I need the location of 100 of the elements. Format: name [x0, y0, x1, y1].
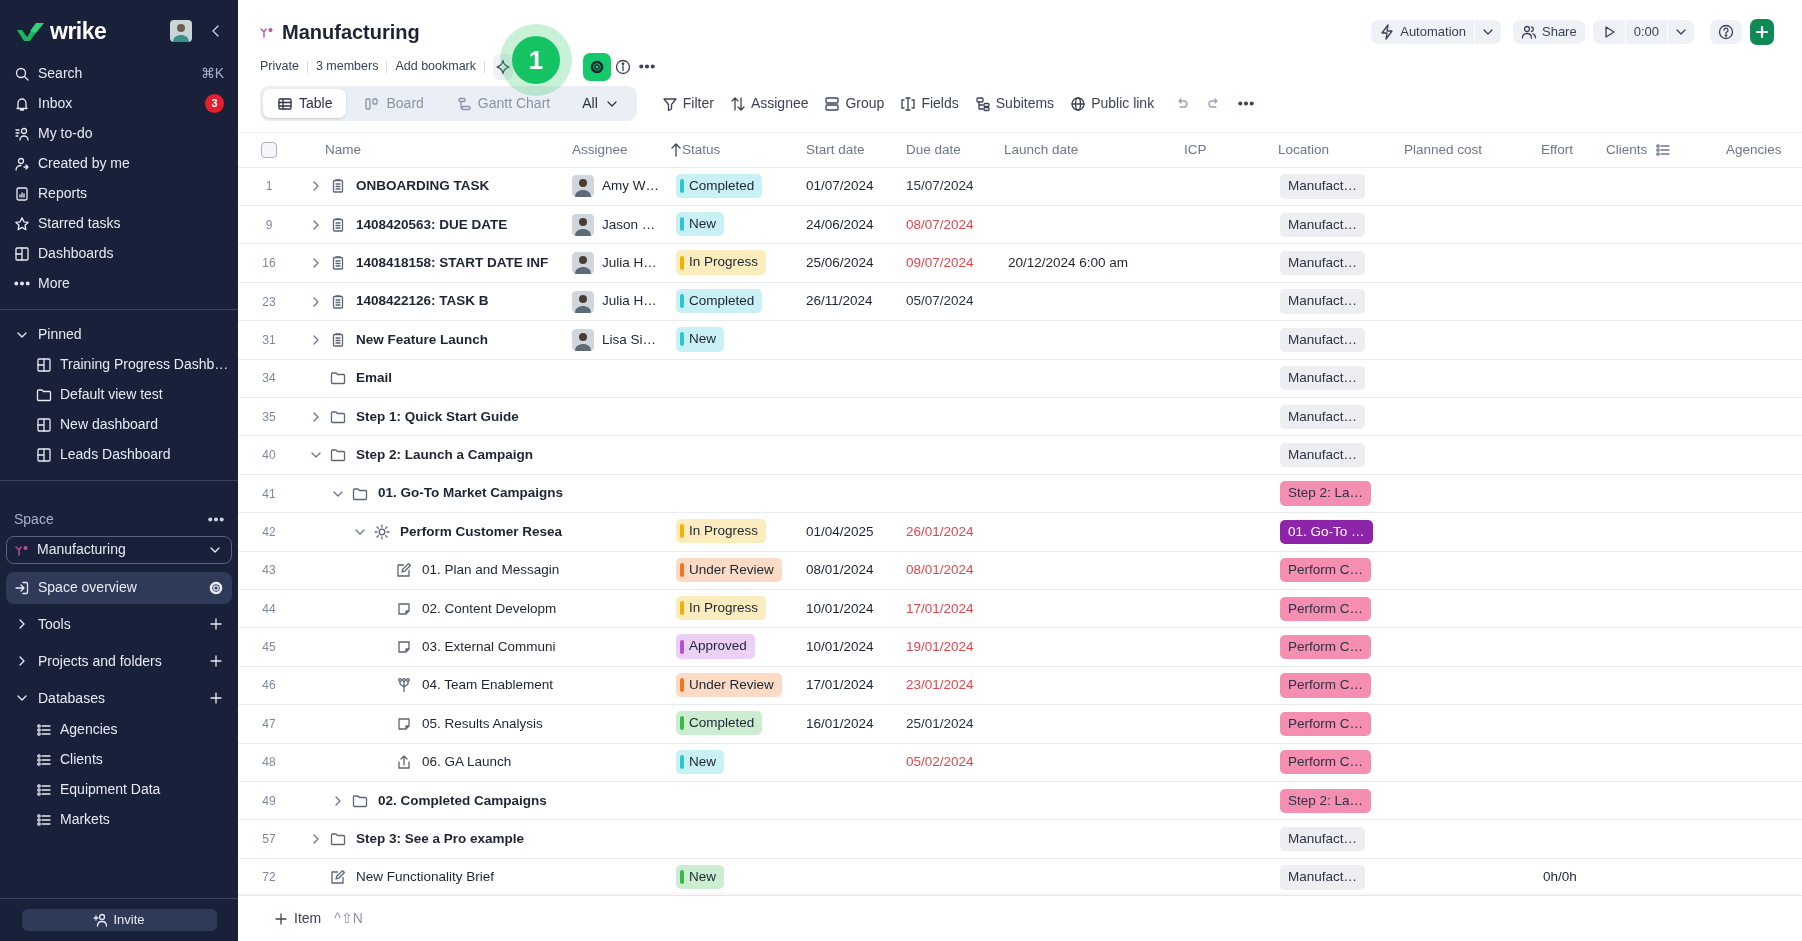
column-header[interactable]: Agencies [1726, 139, 1782, 160]
status-tag[interactable]: In Progress [676, 519, 767, 544]
nav-item[interactable]: Created by me [6, 148, 232, 179]
task-name[interactable]: ONBOARDING TASK [356, 176, 490, 197]
add-item-button[interactable]: Item [268, 908, 327, 929]
location-tag[interactable]: Perform C… [1280, 750, 1371, 775]
nav-item[interactable]: Inbox 3 [6, 88, 232, 119]
help-button[interactable] [1710, 19, 1742, 44]
status-tag[interactable]: Completed [676, 173, 763, 198]
nav-item[interactable]: Reports [6, 178, 232, 209]
view-tab[interactable]: Table [263, 89, 347, 119]
task-name[interactable]: 02. Content Developm [422, 598, 557, 619]
status-tag[interactable]: Completed [676, 711, 763, 736]
status-tag[interactable]: In Progress [676, 596, 767, 621]
task-name[interactable]: Step 1: Quick Start Guide [356, 406, 519, 427]
task-name[interactable]: Email [356, 368, 393, 389]
status-tag[interactable]: Approved [676, 634, 755, 659]
task-name[interactable]: New Feature Launch [356, 329, 489, 351]
column-header[interactable]: ICP [1184, 139, 1207, 160]
status-tag[interactable]: New [676, 864, 724, 889]
section-header[interactable]: Pinned [6, 319, 232, 350]
task-name[interactable]: 01. Go-To Market Campaigns [378, 483, 564, 504]
dropdown-button[interactable] [1475, 19, 1501, 44]
nav-item[interactable]: Dashboards [6, 238, 232, 269]
play-button[interactable] [1592, 19, 1625, 44]
nav-item[interactable]: Space overview [6, 571, 232, 604]
nav-item[interactable]: More [6, 268, 232, 299]
location-tag[interactable]: Manufact… [1280, 865, 1366, 890]
status-tag[interactable]: Completed [676, 288, 763, 314]
task-name[interactable]: 1408420563: DUE DATE [356, 214, 508, 235]
pinned-item[interactable]: New dashboard [6, 409, 232, 440]
location-tag[interactable]: Manufact… [1280, 826, 1366, 852]
location-tag[interactable]: Manufact… [1280, 251, 1366, 276]
column-header[interactable]: Due date [906, 139, 961, 160]
invite-button[interactable]: Invite [21, 909, 217, 931]
location-tag[interactable]: 01. Go-To … [1280, 519, 1373, 545]
column-header[interactable]: Location [1278, 139, 1330, 160]
database-item[interactable]: Markets [6, 804, 232, 835]
section-header[interactable]: Databases [6, 681, 232, 715]
location-tag[interactable]: Perform C… [1280, 634, 1371, 660]
task-name[interactable]: Perform Customer Resea [400, 521, 563, 543]
task-name[interactable]: 01. Plan and Messagin [422, 560, 560, 581]
location-tag[interactable]: Manufact… [1280, 174, 1366, 199]
task-name[interactable]: 02. Completed Campaigns [378, 790, 547, 811]
view-dropdown[interactable]: All [568, 89, 634, 119]
bookmark-link[interactable]: Add bookmark [395, 57, 477, 77]
task-name[interactable]: 1408422126: TASK B [356, 291, 489, 312]
task-name[interactable]: 06. GA Launch [422, 752, 512, 773]
column-header[interactable]: Effort [1541, 139, 1574, 160]
column-header[interactable]: Launch date [1004, 139, 1079, 160]
section-header[interactable]: Projects and folders [6, 644, 232, 678]
task-name[interactable]: 05. Results Analysis [422, 713, 543, 734]
status-tag[interactable]: Under Review [676, 557, 782, 582]
toolbar-button[interactable]: Filter [656, 93, 719, 115]
task-name[interactable]: 1408418158: START DATE INF [356, 253, 549, 274]
column-header[interactable]: Start date [806, 139, 865, 160]
nav-item[interactable]: My to-do [6, 118, 232, 149]
add-button[interactable] [1750, 18, 1774, 45]
status-tag[interactable]: In Progress [676, 250, 767, 275]
pinned-item[interactable]: Leads Dashboard [6, 439, 232, 470]
location-tag[interactable]: Manufact… [1280, 366, 1366, 391]
column-header[interactable]: Name [325, 139, 361, 160]
toolbar-button[interactable]: Assignee [724, 93, 814, 115]
location-tag[interactable]: Manufact… [1280, 212, 1366, 237]
task-name[interactable]: Step 2: Launch a Campaign [356, 445, 534, 466]
column-header[interactable]: Clients [1606, 139, 1648, 160]
toolbar-button[interactable]: Group [819, 93, 890, 115]
location-tag[interactable]: Manufact… [1280, 327, 1366, 353]
database-item[interactable]: Equipment Data [6, 774, 232, 805]
share-button[interactable]: Share [1513, 19, 1585, 44]
status-tag[interactable]: Under Review [676, 672, 782, 698]
location-tag[interactable]: Perform C… [1280, 673, 1371, 698]
location-tag[interactable]: Manufact… [1280, 443, 1366, 468]
column-header[interactable]: Status [682, 139, 721, 160]
toolbar-button[interactable]: Subitems [969, 93, 1060, 115]
dropdown-button[interactable] [1668, 19, 1694, 44]
section-header[interactable]: Tools [6, 607, 232, 641]
database-item[interactable]: Clients [6, 744, 232, 775]
status-tag[interactable]: New [676, 749, 724, 774]
avatar-icon[interactable] [170, 20, 192, 43]
task-name[interactable]: 04. Team Enablement [422, 675, 554, 696]
location-tag[interactable]: Manufact… [1280, 289, 1366, 314]
select-all-checkbox[interactable] [261, 141, 277, 158]
location-tag[interactable]: Manufact… [1280, 404, 1366, 429]
status-tag[interactable]: New [676, 212, 724, 237]
location-tag[interactable]: Perform C… [1280, 596, 1371, 621]
toolbar-button[interactable]: Fields [895, 93, 964, 115]
task-name[interactable]: Step 3: See a Pro example [356, 828, 525, 850]
task-name[interactable]: New Functionality Brief [356, 867, 495, 888]
column-header[interactable]: Assignee [572, 139, 628, 160]
pinned-item[interactable]: Default view test [6, 379, 232, 410]
nav-item[interactable]: Starred tasks [6, 208, 232, 239]
location-tag[interactable]: Perform C… [1280, 711, 1371, 736]
column-header[interactable]: Planned cost [1404, 139, 1483, 160]
task-name[interactable]: 03. External Communi [422, 636, 556, 658]
automation-button[interactable]: Automation [1371, 19, 1474, 44]
nav-item[interactable]: Search ⌘K [6, 58, 232, 89]
space-selector[interactable]: Manufacturing [6, 535, 232, 564]
status-tag[interactable]: New [676, 327, 724, 352]
settings-button[interactable] [583, 52, 612, 81]
